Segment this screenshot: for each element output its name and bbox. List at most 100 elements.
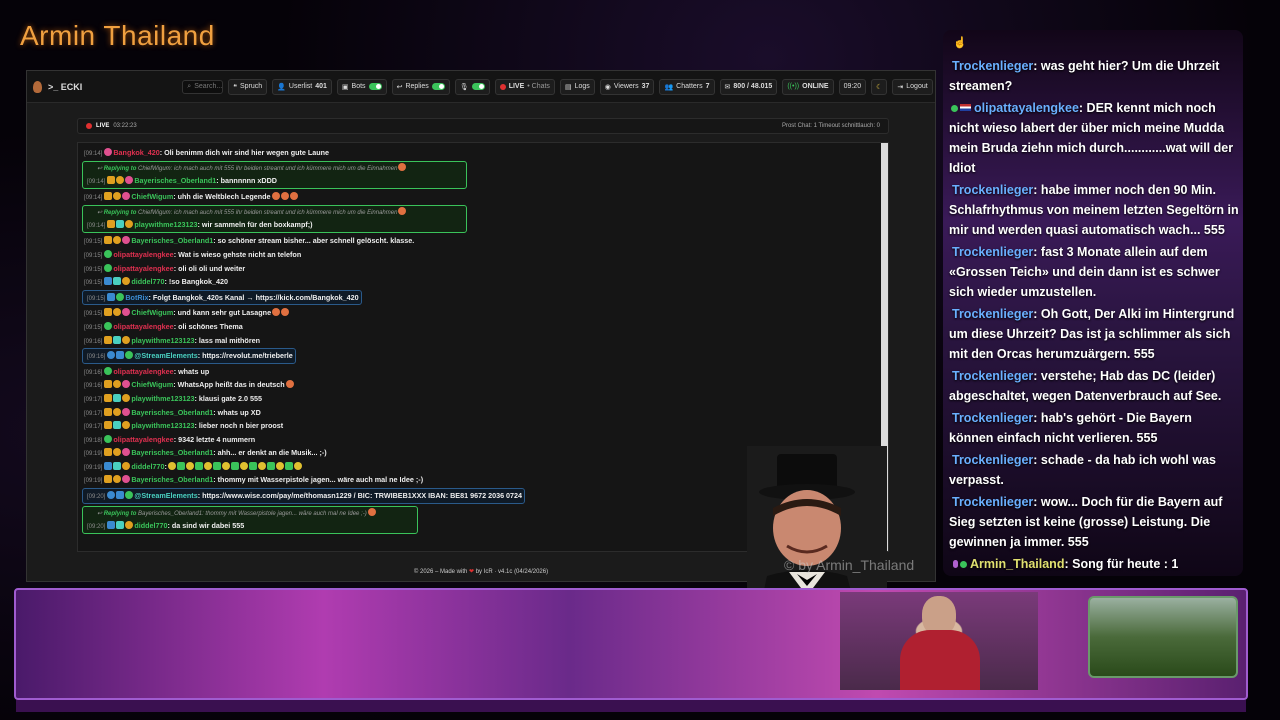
- message-username[interactable]: playwithme123123: [131, 394, 194, 403]
- chat-message[interactable]: [09:17] playwithme123123: klausi gate 2.0…: [82, 392, 878, 406]
- spruch-button[interactable]: ❝ Spruch: [228, 78, 268, 95]
- chat-message[interactable]: [09:18] olipattayalengkee: 9342 letzte 4 …: [82, 433, 878, 447]
- verified-badge-icon: [951, 105, 958, 112]
- chat-message[interactable]: [09:20] diddel770: da sind wir dabei 555: [85, 519, 415, 533]
- message-time: [09:14]: [84, 195, 103, 202]
- message-username[interactable]: olipattayalengkee: [113, 367, 173, 376]
- search-placeholder: Search...: [194, 83, 223, 90]
- message-username[interactable]: ChiefWigum: [131, 380, 173, 389]
- chat-message[interactable]: [09:17] playwithme123123: lieber noch n b…: [82, 419, 878, 433]
- stream-chat-username: Trockenlieger: [952, 495, 1034, 509]
- message-username[interactable]: Bayerisches_Oberland1: [134, 176, 216, 185]
- message-username[interactable]: Bayerisches_Oberland1: [131, 448, 213, 457]
- chat-message[interactable]: [09:14] Bayerisches_Oberland1: bannnnnn x…: [85, 174, 464, 188]
- crown-badge-icon: [107, 219, 116, 228]
- bots-toggle[interactable]: ▣ Bots: [336, 78, 387, 95]
- emote-icon: [212, 461, 221, 470]
- logout-button[interactable]: ⇥ Logout: [892, 78, 933, 95]
- message-username[interactable]: @StreamElements: [134, 491, 197, 500]
- crown-badge-icon: [107, 175, 116, 184]
- message-username[interactable]: olipattayalengkee: [113, 322, 173, 331]
- reply-text: : ich mach auch mit 555 ihr beiden strea…: [170, 209, 398, 216]
- message-username[interactable]: ChiefWigum: [131, 192, 173, 201]
- chat-message[interactable]: [09:16] olipattayalengkee: whats up: [82, 365, 878, 379]
- chat-message[interactable]: [09:14] Bangkok_420: Oli benimm dich wir …: [82, 146, 878, 160]
- live-chats-button[interactable]: LIVE • Chats: [494, 78, 555, 95]
- message-username[interactable]: Bayerisches_Oberland1: [131, 408, 213, 417]
- chat-message[interactable]: [09:14] ChiefWigum: uhh die Weltblech Leg…: [82, 190, 878, 204]
- chatters-button[interactable]: 👥 Chatters 7: [659, 78, 715, 95]
- message-time: [09:19]: [84, 451, 103, 458]
- emote-icon: [289, 192, 298, 201]
- signal-icon: ((•)): [787, 83, 800, 90]
- message-username[interactable]: olipattayalengkee: [113, 264, 173, 273]
- message-username[interactable]: playwithme123123: [131, 421, 194, 430]
- chatters-label: Chatters: [676, 83, 703, 90]
- reply-target: ChiefWigum: [138, 165, 171, 172]
- logs-button[interactable]: ▤ Logs: [559, 78, 595, 95]
- chat-message[interactable]: [09:16] ChiefWigum: WhatsApp heißt das in…: [82, 378, 878, 392]
- message-text: : klausi gate 2.0 555: [194, 393, 263, 403]
- crown-badge-icon: [104, 448, 113, 457]
- message-username[interactable]: @StreamElements: [134, 351, 197, 360]
- green-badge-icon: [104, 321, 113, 330]
- gift-badge-icon: [113, 461, 122, 470]
- chat-message[interactable]: [09:15] olipattayalengkee: oli oli oli un…: [82, 262, 878, 276]
- thailand-flag-icon: [960, 104, 971, 111]
- message-text: : so schöner stream bisher... aber schne…: [213, 236, 415, 246]
- message-time: [09:19]: [84, 478, 103, 485]
- gift-badge-icon: [113, 277, 122, 286]
- chat-message[interactable]: [09:15] olipattayalengkee: Wat is wieso g…: [82, 248, 878, 262]
- message-username[interactable]: Bayerisches_Oberland1: [131, 236, 213, 245]
- chat-message[interactable]: [09:15] diddel770: !so Bangkok_420: [82, 275, 878, 289]
- replies-switch[interactable]: [431, 83, 445, 90]
- message-username[interactable]: olipattayalengkee: [113, 250, 173, 259]
- theme-toggle[interactable]: ☾: [871, 78, 888, 95]
- message-username[interactable]: playwithme123123: [134, 220, 197, 229]
- userlist-count: 401: [315, 83, 327, 90]
- green-badge-icon: [104, 434, 113, 443]
- reply-icon: ↩: [97, 165, 104, 172]
- search-input[interactable]: ⌕ Search...: [182, 79, 224, 94]
- bots-switch[interactable]: [368, 83, 382, 90]
- emote-icon: [280, 192, 289, 201]
- chat-message[interactable]: [09:17] Bayerisches_Oberland1: whats up X…: [82, 406, 878, 420]
- userlist-button[interactable]: 👤 Userlist 401: [272, 78, 332, 95]
- chat-message[interactable]: [09:15] Bayerisches_Oberland1: so schöner…: [82, 234, 878, 248]
- message-username[interactable]: diddel770: [134, 521, 167, 530]
- viewers-button[interactable]: ◉ Viewers 37: [599, 78, 655, 95]
- chat-message[interactable]: [09:15] ChiefWigum: und kann sehr gut Las…: [82, 306, 878, 320]
- mod-badge-icon: [116, 351, 125, 360]
- chat-message[interactable]: [09:14] playwithme123123: wir sammeln für…: [85, 218, 464, 232]
- message-username[interactable]: olipattayalengkee: [113, 435, 173, 444]
- message-username[interactable]: playwithme123123: [131, 336, 194, 345]
- crown-badge-icon: [104, 407, 113, 416]
- users-icon: 👤: [277, 83, 286, 91]
- message-text: : whats up: [173, 366, 210, 376]
- footer-suffix: by IcR · v4.1c (04/24/2026): [475, 569, 549, 575]
- message-time: [09:14]: [84, 151, 103, 157]
- chat-message[interactable]: [09:15] olipattayalengkee: oli schönes Th…: [82, 320, 878, 334]
- message-username[interactable]: diddel770: [131, 462, 164, 471]
- replies-toggle[interactable]: ↩ Replies: [391, 78, 450, 95]
- reply-prefix: Replying to: [103, 209, 137, 216]
- mic-switch[interactable]: [471, 83, 485, 90]
- mod-badge-icon: [107, 292, 116, 301]
- crown-badge-icon: [104, 475, 113, 484]
- message-username[interactable]: diddel770: [131, 277, 164, 286]
- chat-message[interactable]: [09:16] playwithme123123: lass mal mithör…: [82, 334, 878, 348]
- stream-chat-message: Trockenlieger: wow... Doch für die Bayer…: [949, 492, 1239, 552]
- chat-message[interactable]: [09:16] @StreamElements: https://revolut.…: [85, 349, 293, 363]
- message-text: : und kann sehr gut Lasagne: [173, 308, 272, 318]
- brand[interactable]: >_ ECKI: [33, 80, 82, 93]
- message-username[interactable]: Bayerisches_Oberland1: [131, 475, 213, 484]
- message-username[interactable]: Bangkok_420: [113, 148, 159, 157]
- message-text: : Folgt Bangkok_420s Kanal → https://kic…: [148, 292, 359, 302]
- mic-toggle[interactable]: 🎙: [454, 78, 490, 95]
- chat-message[interactable]: [09:15] BotRix: Folgt Bangkok_420s Kanal …: [85, 291, 359, 305]
- message-username[interactable]: BotRix: [125, 293, 148, 302]
- chat-message[interactable]: [09:20] @StreamElements: https://www.wise…: [85, 489, 522, 503]
- message-username[interactable]: ChiefWigum: [131, 308, 173, 317]
- emote-icon: [248, 461, 257, 470]
- sub-badge-icon: [113, 308, 122, 317]
